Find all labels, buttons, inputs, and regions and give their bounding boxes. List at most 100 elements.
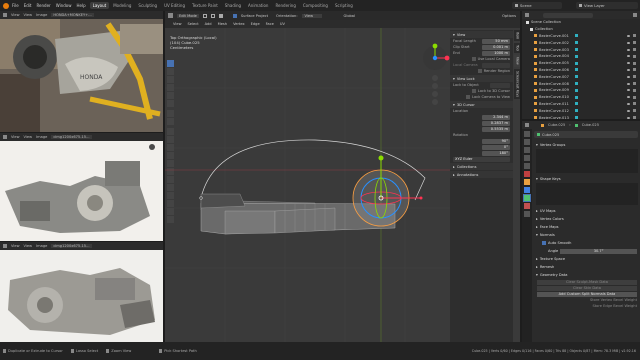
modifier-tab-icon[interactable] <box>524 187 530 193</box>
uv-maps-header[interactable]: ▸ UV Maps <box>534 207 640 215</box>
tab-sculpting[interactable]: Sculpting <box>135 2 160 9</box>
image-editor-3-image-menu[interactable]: Image <box>36 244 47 248</box>
shape-keys-header[interactable]: ▾ Shape Keys <box>534 175 640 183</box>
tab-layout[interactable]: Layout <box>89 2 110 9</box>
z-axis-icon[interactable] <box>432 55 438 61</box>
shape-keys-list[interactable] <box>536 183 638 205</box>
gizmo-x-handle[interactable] <box>419 196 423 200</box>
mesh-name-field[interactable]: Cube.025 <box>534 131 638 138</box>
collections-section-header[interactable]: ▸ Collections <box>450 163 513 170</box>
snap-mode[interactable]: Surface Project <box>241 14 268 18</box>
focal-length-field[interactable]: 50 mm <box>482 38 510 44</box>
transform-orientation[interactable]: Global <box>344 14 355 18</box>
local-camera-checkbox[interactable] <box>471 57 476 61</box>
image-editor-2-image-name[interactable]: cimg1200x675-15... <box>51 135 92 139</box>
menu-edge[interactable]: Edge <box>251 22 260 26</box>
rotation-x-field[interactable]: 90° <box>482 138 510 144</box>
gizmo-y-handle[interactable] <box>378 155 384 161</box>
tab-screencast-keys[interactable]: Screencast Keys <box>514 69 520 100</box>
view-layer-selector[interactable]: View Layer <box>576 2 638 9</box>
menu-window[interactable]: Window <box>56 3 72 8</box>
outliner-item[interactable]: BezierCurve.006 <box>526 67 640 74</box>
scene-collection-row[interactable]: Scene Collection <box>526 19 640 26</box>
location-z-field[interactable]: 0.5535 m <box>482 126 510 132</box>
editor-type-icon[interactable] <box>3 135 7 139</box>
scene-tab-icon[interactable] <box>524 163 530 169</box>
outliner-item[interactable]: BezierCurve.012 <box>526 107 640 114</box>
world-tab-icon[interactable] <box>524 171 530 177</box>
angle-field[interactable]: 30.7° <box>560 248 637 254</box>
image-editor-3-image-name[interactable]: cimg1200x675-15... <box>51 244 92 248</box>
menu-select[interactable]: Select <box>188 22 199 26</box>
image-editor-1-view2-menu[interactable]: View <box>24 13 33 17</box>
outliner-item[interactable]: BezierCurve.002 <box>526 39 640 46</box>
x-axis-icon[interactable] <box>444 55 450 61</box>
render-region-checkbox[interactable] <box>477 69 482 73</box>
texture-space-header[interactable]: ▸ Texture Space <box>534 255 640 263</box>
clear-skin-button[interactable]: Clear Skin Data <box>537 286 637 291</box>
image-editor-2-view2-menu[interactable]: View <box>24 135 33 139</box>
search-field[interactable] <box>543 12 593 18</box>
remesh-header[interactable]: ▸ Remesh <box>534 263 640 271</box>
material-tab-icon[interactable] <box>524 203 530 209</box>
render-visibility-icon[interactable] <box>633 34 636 38</box>
visibility-eye-icon[interactable] <box>627 62 630 65</box>
menu-view[interactable]: View <box>173 22 182 26</box>
data-tab-icon[interactable] <box>523 194 531 202</box>
vertex-groups-list[interactable] <box>536 149 638 173</box>
tab-modeling[interactable]: Modeling <box>110 2 134 9</box>
render-visibility-icon[interactable] <box>633 48 636 52</box>
render-visibility-icon[interactable] <box>633 61 636 65</box>
visibility-eye-icon[interactable] <box>627 116 630 119</box>
render-visibility-icon[interactable] <box>633 82 636 86</box>
editor-type-icon[interactable] <box>525 123 529 127</box>
tab-uv-editing[interactable]: UV Editing <box>161 2 188 9</box>
vertex-select-icon[interactable] <box>202 13 207 18</box>
y-axis-icon[interactable] <box>432 43 438 49</box>
lock-object-field[interactable] <box>490 82 510 88</box>
visibility-eye-icon[interactable] <box>627 109 630 112</box>
tab-scripting[interactable]: Scripting <box>332 2 356 9</box>
normals-header[interactable]: ▾ Normals <box>534 231 640 239</box>
add-custom-split-normals-button[interactable]: Add Custom Split Normals Data <box>537 292 637 297</box>
tab-animation[interactable]: Animation <box>245 2 271 9</box>
filter-icon[interactable] <box>633 13 637 17</box>
visibility-eye-icon[interactable] <box>627 48 630 51</box>
visibility-eye-icon[interactable] <box>627 75 630 78</box>
render-visibility-icon[interactable] <box>633 54 636 58</box>
menu-face[interactable]: Face <box>266 22 274 26</box>
outliner-item[interactable]: BezierCurve.007 <box>526 73 640 80</box>
view-section-header[interactable]: ▾ View <box>450 31 513 38</box>
outliner-item[interactable]: BezierCurve.005 <box>526 60 640 67</box>
editor-type-icon[interactable] <box>3 13 7 17</box>
visibility-eye-icon[interactable] <box>627 34 630 37</box>
output-tab-icon[interactable] <box>524 147 530 153</box>
geometry-data-header[interactable]: ▾ Geometry Data <box>534 271 640 279</box>
menu-uv[interactable]: UV <box>280 22 285 26</box>
mesh-view[interactable] <box>165 28 450 342</box>
outliner-item[interactable]: BezierCurve.011 <box>526 101 640 108</box>
vertex-groups-header[interactable]: ▾ Vertex Groups <box>534 141 640 149</box>
store-vertex-bevel-button[interactable]: Store Vertex Bevel Weight <box>537 298 637 303</box>
rotation-y-field[interactable]: 0° <box>482 144 510 150</box>
render-visibility-icon[interactable] <box>633 75 636 79</box>
mesh-face[interactable] <box>200 193 246 209</box>
navigation-gizmo[interactable] <box>423 43 450 70</box>
outliner-item[interactable]: BezierCurve.010 <box>526 94 640 101</box>
ortho-toggle-icon[interactable] <box>432 99 438 105</box>
menu-mesh[interactable]: Mesh <box>218 22 227 26</box>
vertex-colors-header[interactable]: ▸ Vertex Colors <box>534 215 640 223</box>
image-editor-1-image-name[interactable]: HONDA+MONKEY+... <box>51 13 94 17</box>
orientation-dropdown[interactable]: View <box>301 13 322 18</box>
collection-row[interactable]: Collection <box>526 26 640 33</box>
tab-rendering[interactable]: Rendering <box>272 2 298 9</box>
image-editor-3-view2-menu[interactable]: View <box>24 244 33 248</box>
render-tab-icon[interactable] <box>524 139 530 145</box>
lock-cursor-checkbox[interactable] <box>471 89 476 93</box>
tab-texture-paint[interactable]: Texture Paint <box>189 2 221 9</box>
tab-tool[interactable]: Tool <box>514 43 520 54</box>
render-visibility-icon[interactable] <box>633 41 636 45</box>
outliner-item[interactable]: BezierCurve.013 <box>526 114 640 121</box>
editor-type-icon[interactable] <box>3 244 7 248</box>
auto-smooth-checkbox[interactable] <box>542 241 546 245</box>
